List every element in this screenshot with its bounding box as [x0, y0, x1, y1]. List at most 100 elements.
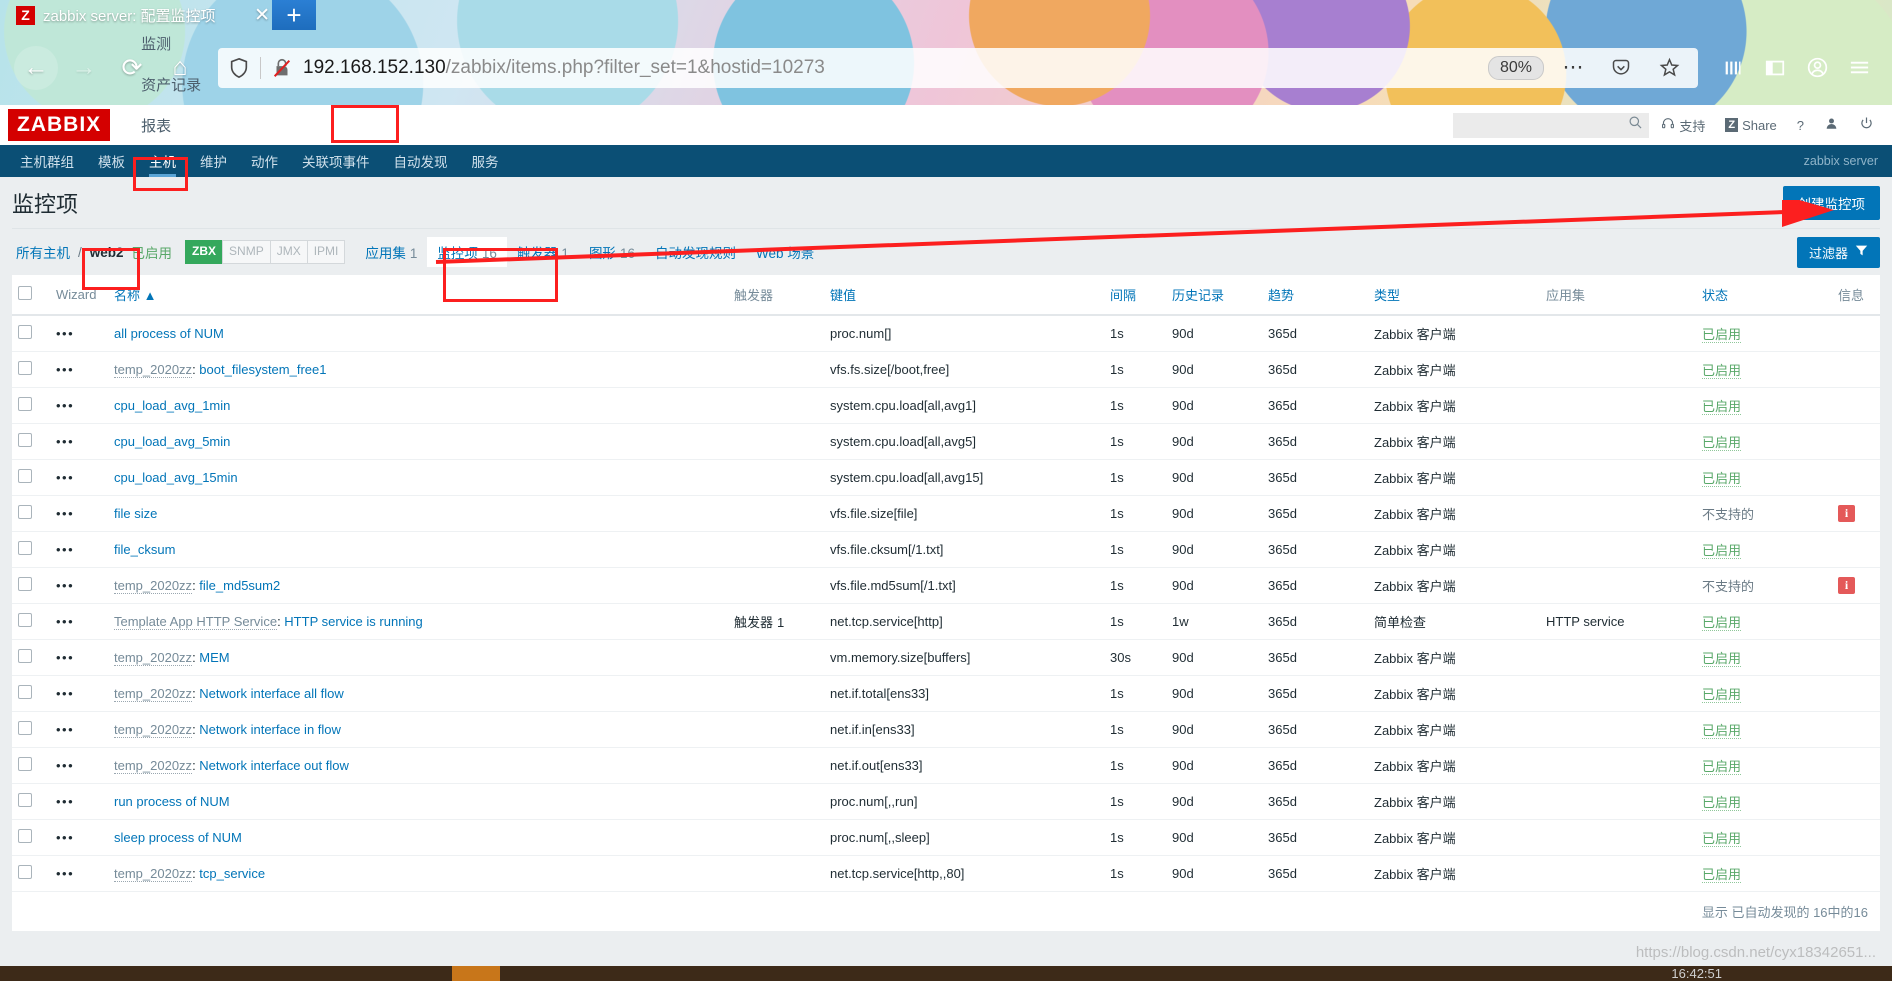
all-hosts-link[interactable]: 所有主机: [12, 239, 74, 265]
item-name-link[interactable]: file size: [114, 506, 157, 521]
status-badge[interactable]: 已启用: [1702, 615, 1742, 631]
status-badge[interactable]: 已启用: [1702, 543, 1742, 559]
wizard-menu-button[interactable]: •••: [50, 495, 108, 532]
status-badge[interactable]: 已启用: [1702, 471, 1742, 487]
status-badge[interactable]: 已启用: [1702, 435, 1742, 451]
row-checkbox[interactable]: [18, 757, 32, 771]
filter-toggle-button[interactable]: 过滤器: [1796, 236, 1880, 268]
zoom-level-badge[interactable]: 80%: [1487, 55, 1544, 80]
entity-tab-4[interactable]: 自动发现规则: [645, 237, 746, 267]
item-name-link[interactable]: Network interface all flow: [199, 686, 344, 701]
topnav-item-0[interactable]: 监测: [128, 23, 214, 64]
zabbix-logo[interactable]: ZABBIX: [8, 109, 111, 141]
library-icon[interactable]: [1714, 49, 1752, 87]
row-checkbox[interactable]: [18, 361, 32, 375]
error-info-icon[interactable]: i: [1838, 577, 1855, 594]
error-info-icon[interactable]: i: [1838, 505, 1855, 522]
more-options-icon[interactable]: ⋯: [1554, 49, 1592, 87]
wizard-menu-button[interactable]: •••: [50, 459, 108, 496]
wizard-menu-button[interactable]: •••: [50, 819, 108, 856]
item-name-link[interactable]: HTTP service is running: [284, 614, 422, 629]
wizard-menu-button[interactable]: •••: [50, 747, 108, 784]
status-badge[interactable]: 已启用: [1702, 831, 1742, 847]
user-profile-link[interactable]: [1816, 112, 1847, 138]
item-name-link[interactable]: Network interface in flow: [199, 722, 341, 737]
row-checkbox[interactable]: [18, 325, 32, 339]
subnav-item-7[interactable]: 服务: [460, 143, 511, 179]
current-host-label[interactable]: web2: [86, 242, 128, 263]
column-header-7[interactable]: 类型: [1368, 275, 1540, 316]
support-link[interactable]: 支持: [1653, 112, 1713, 139]
item-name-link[interactable]: file_md5sum2: [199, 578, 280, 593]
template-link[interactable]: temp_2020zz: [114, 758, 193, 774]
template-link[interactable]: temp_2020zz: [114, 362, 193, 378]
row-checkbox[interactable]: [18, 469, 32, 483]
bookmark-star-icon[interactable]: [1650, 49, 1688, 87]
sidebar-icon[interactable]: [1756, 49, 1794, 87]
share-link[interactable]: Z Share: [1717, 114, 1784, 137]
wizard-menu-button[interactable]: •••: [50, 423, 108, 460]
row-checkbox[interactable]: [18, 577, 32, 591]
tracking-protection-icon[interactable]: [271, 57, 293, 79]
sign-out-link[interactable]: [1851, 112, 1882, 138]
column-header-5[interactable]: 历史记录: [1166, 275, 1262, 316]
subnav-item-6[interactable]: 自动发现: [382, 143, 460, 179]
wizard-menu-button[interactable]: •••: [50, 855, 108, 892]
item-name-link[interactable]: run process of NUM: [114, 794, 230, 809]
shield-icon[interactable]: [228, 57, 250, 79]
row-checkbox[interactable]: [18, 433, 32, 447]
close-icon[interactable]: ✕: [254, 6, 270, 25]
entity-tab-3[interactable]: 图形 16: [579, 237, 645, 267]
template-link[interactable]: Template App HTTP Service: [114, 614, 278, 630]
subnav-item-4[interactable]: 动作: [239, 143, 290, 179]
column-header-9[interactable]: 状态: [1696, 275, 1832, 316]
wizard-menu-button[interactable]: •••: [50, 603, 108, 640]
create-item-button[interactable]: 创建监控项: [1782, 185, 1880, 220]
row-checkbox[interactable]: [18, 505, 32, 519]
item-name-link[interactable]: cpu_load_avg_1min: [114, 398, 230, 413]
wizard-menu-button[interactable]: •••: [50, 711, 108, 748]
row-checkbox[interactable]: [18, 829, 32, 843]
wizard-menu-button[interactable]: •••: [50, 351, 108, 388]
wizard-menu-button[interactable]: •••: [50, 567, 108, 604]
trigger-cell[interactable]: 触发器 1: [728, 603, 824, 640]
item-name-link[interactable]: tcp_service: [199, 866, 265, 881]
item-name-link[interactable]: cpu_load_avg_15min: [114, 470, 238, 485]
status-badge[interactable]: 已启用: [1702, 687, 1742, 703]
pocket-icon[interactable]: [1602, 49, 1640, 87]
item-name-link[interactable]: all process of NUM: [114, 326, 224, 341]
row-checkbox[interactable]: [18, 685, 32, 699]
template-link[interactable]: temp_2020zz: [114, 686, 193, 702]
item-name-link[interactable]: boot_filesystem_free1: [199, 362, 326, 377]
subnav-item-2[interactable]: 主机: [137, 143, 188, 179]
template-link[interactable]: temp_2020zz: [114, 722, 193, 738]
row-checkbox[interactable]: [18, 541, 32, 555]
wizard-menu-button[interactable]: •••: [50, 639, 108, 676]
row-checkbox[interactable]: [18, 613, 32, 627]
taskbar-item[interactable]: [452, 966, 500, 981]
status-badge[interactable]: 已启用: [1702, 723, 1742, 739]
column-header-4[interactable]: 间隔: [1104, 275, 1166, 316]
status-badge[interactable]: 已启用: [1702, 399, 1742, 415]
wizard-menu-button[interactable]: •••: [50, 675, 108, 712]
column-header-6[interactable]: 趋势: [1262, 275, 1368, 316]
select-all-checkbox[interactable]: [18, 286, 32, 300]
back-icon[interactable]: ←: [14, 45, 58, 90]
subnav-item-1[interactable]: 模板: [86, 143, 137, 179]
item-name-link[interactable]: Network interface out flow: [199, 758, 349, 773]
status-badge[interactable]: 已启用: [1702, 327, 1742, 343]
menu-icon[interactable]: [1840, 49, 1878, 87]
search-input[interactable]: [1459, 117, 1629, 133]
entity-tab-5[interactable]: Web 场景: [746, 237, 824, 267]
entity-tab-1[interactable]: 监控项 16: [427, 237, 507, 267]
status-badge[interactable]: 已启用: [1702, 651, 1742, 667]
entity-tab-0[interactable]: 应用集 1: [355, 237, 427, 267]
column-header-3[interactable]: 键值: [824, 275, 1104, 316]
subnav-item-0[interactable]: 主机群组: [8, 143, 86, 179]
url-text[interactable]: 192.168.152.130/zabbix/items.php?filter_…: [303, 57, 1478, 79]
search-icon[interactable]: [1628, 115, 1643, 135]
row-checkbox[interactable]: [18, 721, 32, 735]
account-icon[interactable]: [1798, 49, 1836, 87]
global-search[interactable]: [1453, 112, 1650, 138]
template-link[interactable]: temp_2020zz: [114, 650, 193, 666]
